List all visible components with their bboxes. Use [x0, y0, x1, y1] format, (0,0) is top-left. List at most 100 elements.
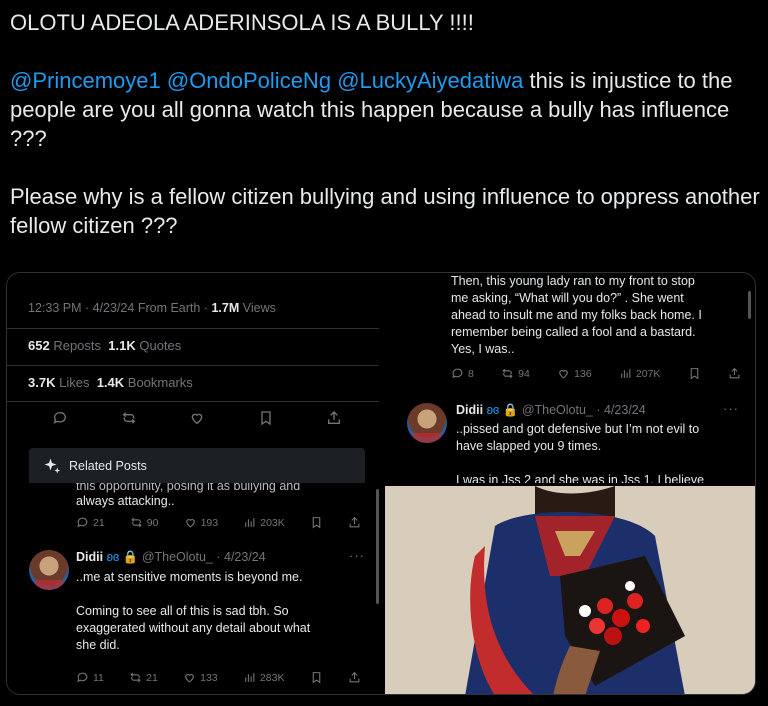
screenshot-thread-bottom-left: this opportunity, posing it as bullying … [7, 483, 379, 694]
share-icon [348, 516, 361, 529]
bookmark-icon[interactable] [258, 410, 274, 426]
views-stat[interactable]: 207K [619, 367, 661, 380]
like-stat[interactable]: 136 [557, 367, 592, 380]
related-posts-header[interactable]: Related Posts [29, 448, 365, 484]
scrollbar[interactable] [748, 291, 751, 319]
text-line: Yes, I was.. [451, 342, 515, 356]
lock-icon: 🔒 [122, 550, 139, 564]
tweet-headline: OLOTU ADEOLA ADERINSOLA IS A BULLY !!!! [10, 10, 474, 35]
likes-bookmarks-row[interactable]: 3.7K Likes 1.4K Bookmarks [28, 375, 193, 390]
avatar[interactable] [29, 550, 69, 590]
tweet-body: OLOTU ADEOLA ADERINSOLA IS A BULLY !!!! … [10, 8, 760, 240]
more-icon[interactable]: ··· [723, 401, 739, 416]
bookmark-stat[interactable] [310, 516, 323, 529]
like-count: 193 [200, 516, 219, 529]
repost-stat[interactable]: 94 [501, 367, 530, 380]
repost-icon [130, 516, 143, 529]
like-stat[interactable]: 133 [183, 671, 218, 684]
reply-icon [451, 367, 464, 380]
reply-icon[interactable] [52, 410, 68, 426]
tweet-date: 4/23/24 [92, 301, 135, 315]
bookmark-icon [310, 671, 323, 684]
reply-icon [76, 671, 89, 684]
views-count: 207K [635, 367, 661, 380]
text-line: always attacking.. [76, 494, 175, 508]
more-icon[interactable]: ··· [349, 548, 365, 563]
reply-count: 11 [93, 671, 104, 684]
tweet-time: 12:33 PM [28, 301, 82, 315]
action-bar [52, 410, 342, 426]
share-icon [348, 671, 361, 684]
heart-icon [184, 516, 197, 529]
reply-stat[interactable]: 11 [76, 671, 104, 684]
repost-count: 21 [146, 671, 158, 684]
mention-link[interactable]: @OndoPoliceNg [167, 68, 331, 93]
share-stat[interactable] [348, 516, 361, 529]
lock-icon: 🔒 [502, 403, 519, 417]
graduation-photo [385, 486, 755, 694]
reply-text: ..me at sensitive moments is beyond me. … [76, 569, 310, 654]
tweet-stats: 8 94 136 207K [451, 367, 741, 380]
author-handle: @TheOlotu_ [521, 403, 593, 417]
reply-text: ..pissed and got defensive but I’m not e… [456, 421, 704, 483]
reply-stat[interactable]: 21 [76, 516, 105, 529]
bookmarks-label: Bookmarks [127, 375, 193, 390]
text-line: remember being called a fool and a basta… [451, 325, 696, 339]
bookmark-stat[interactable] [310, 671, 323, 684]
repost-icon [129, 671, 142, 684]
reply-count: 8 [468, 367, 474, 380]
chart-icon [243, 516, 256, 529]
share-stat[interactable] [728, 367, 741, 380]
image-collage[interactable]: 12:33 PM · 4/23/24 From Earth · 1.7M Vie… [6, 272, 756, 695]
repost-stat[interactable]: 21 [129, 671, 158, 684]
quotes-label: Quotes [139, 338, 182, 353]
reposts-count: 652 [28, 338, 50, 353]
butterfly-icon: ʚɞ [106, 550, 120, 564]
views-stat[interactable]: 283K [243, 671, 285, 684]
reply-author[interactable]: Didii ʚɞ 🔒 @TheOlotu_ · 4/23/24 [76, 550, 266, 565]
views-count: 283K [259, 671, 285, 684]
heart-icon[interactable] [189, 410, 205, 426]
thread-text: Then, this young lady ran to my front to… [451, 273, 702, 358]
reply-date: · 4/23/24 [596, 403, 646, 417]
chart-icon [619, 367, 632, 380]
tweet-stats: 11 21 133 283K [76, 671, 361, 684]
repost-stat[interactable]: 90 [130, 516, 159, 529]
likes-label: Likes [59, 375, 90, 390]
heart-icon [557, 367, 570, 380]
repost-count: 90 [146, 516, 159, 529]
reply-icon [76, 516, 89, 529]
text-line-cut: this opportunity, posing it as bullying … [76, 483, 301, 493]
reply-stat[interactable]: 8 [451, 367, 474, 380]
mention-link[interactable]: @LuckyAiyedatiwa [337, 68, 523, 93]
mention-link[interactable]: @Princemoye1 [10, 68, 161, 93]
reposts-quotes-row[interactable]: 652 Reposts 1.1K Quotes [28, 338, 181, 353]
text-line: have slapped you 9 times. [456, 439, 602, 453]
tweet-paragraph-2: Please why is a fellow citizen bullying … [10, 184, 760, 238]
divider [7, 328, 379, 329]
chart-icon [243, 671, 256, 684]
bookmark-icon [310, 516, 323, 529]
author-handle: @TheOlotu_ [141, 550, 213, 564]
reply-date: · 4/23/24 [216, 550, 266, 564]
bookmarks-count: 1.4K [96, 375, 125, 390]
related-posts-label: Related Posts [69, 459, 147, 473]
like-count: 136 [574, 367, 592, 380]
quotes-count: 1.1K [108, 338, 136, 353]
author-name: Didii [76, 550, 104, 564]
sparkle-icon [43, 457, 61, 475]
like-stat[interactable]: 193 [184, 516, 219, 529]
avatar[interactable] [407, 403, 447, 443]
reposts-label: Reposts [53, 338, 102, 353]
repost-icon[interactable] [121, 410, 137, 426]
bookmark-stat[interactable] [688, 367, 701, 380]
views-stat[interactable]: 203K [243, 516, 285, 529]
reply-author[interactable]: Didii ʚɞ 🔒 @TheOlotu_ · 4/23/24 [456, 403, 646, 418]
like-count: 133 [200, 671, 218, 684]
text-line: exaggerated without any detail about wha… [76, 621, 311, 635]
share-stat[interactable] [348, 671, 361, 684]
text-line: she did. [76, 638, 120, 652]
views-label: Views [242, 301, 276, 315]
share-icon[interactable] [326, 410, 342, 426]
text-line: ahead to insult me and my folks back hom… [451, 308, 702, 322]
